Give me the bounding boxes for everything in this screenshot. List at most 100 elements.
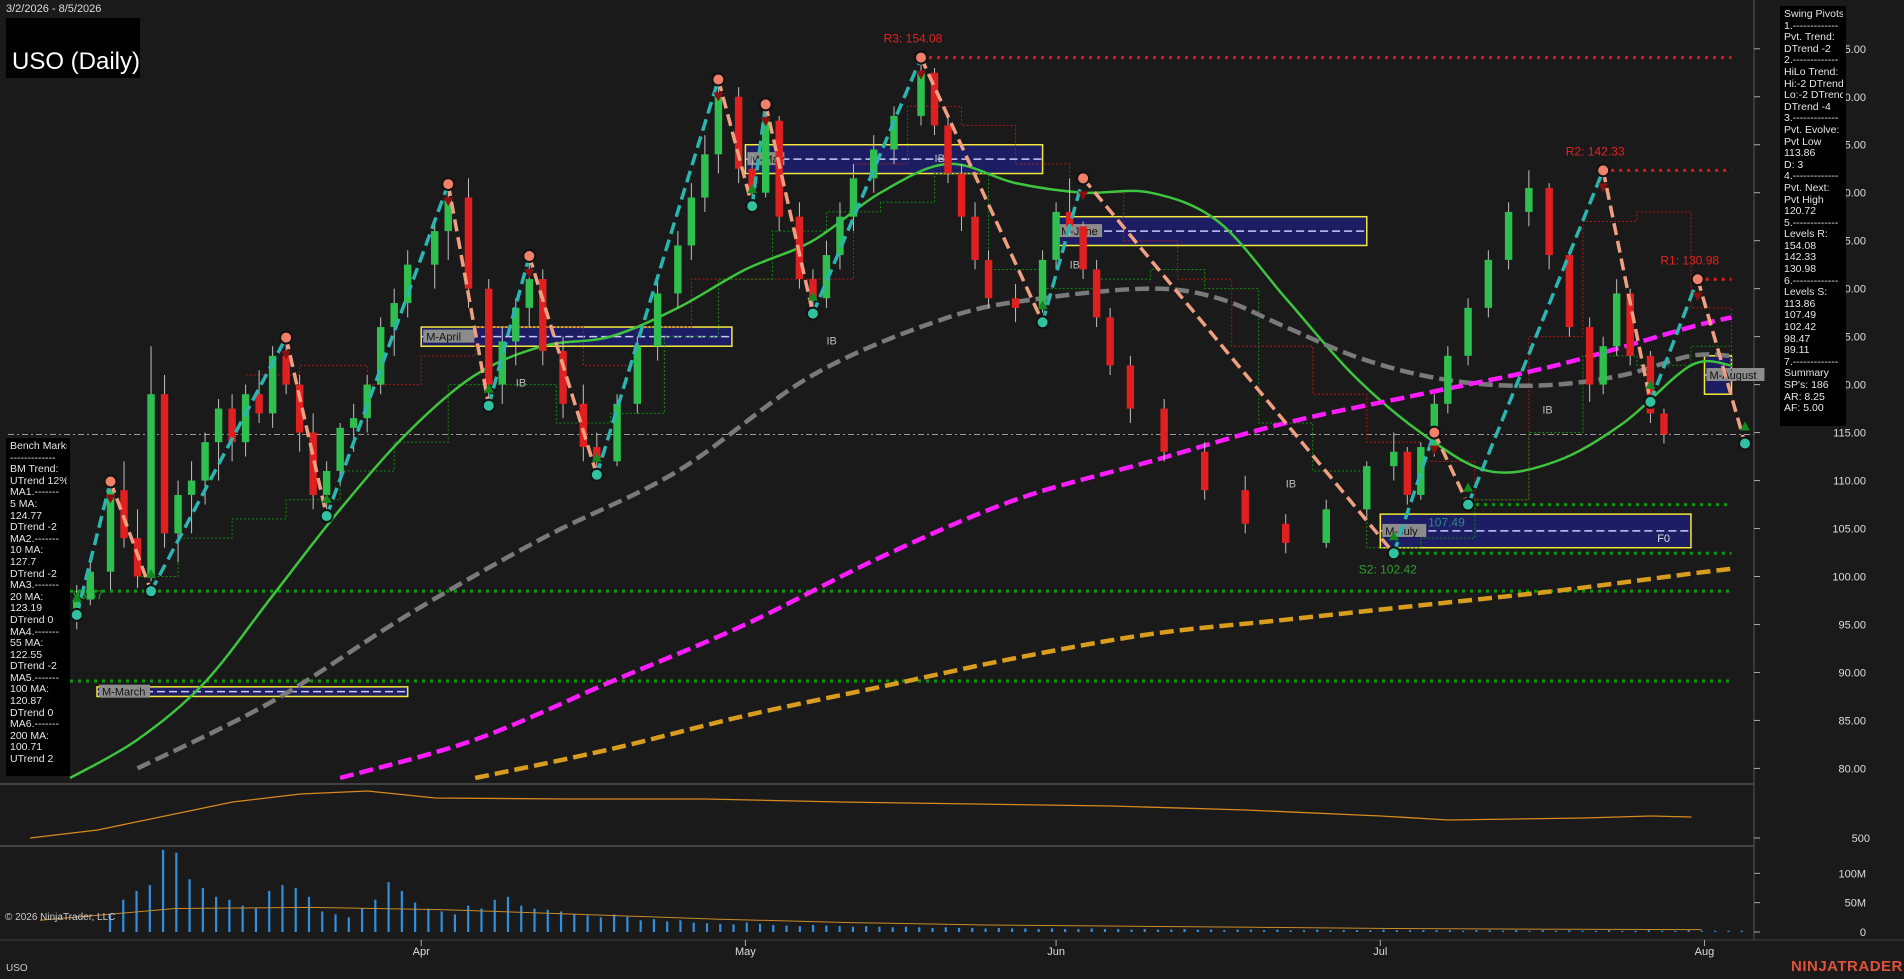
candle-body: [1363, 466, 1371, 510]
swing-high-marker: [522, 249, 537, 264]
swing-panel-line: DTrend -4: [1784, 101, 1831, 113]
candle-body: [160, 394, 169, 534]
bench-panel-line: MA6.-------: [10, 719, 59, 731]
sell-arrow-marker: [1429, 445, 1440, 455]
swing-low-marker: [319, 509, 334, 524]
candle-body: [1390, 451, 1398, 467]
swing-low-marker: [1035, 315, 1050, 330]
bench-marks-panel: Bench Marks ------------- BM Trend: UTrend …: [6, 438, 70, 776]
time-tick-label: Aug: [1695, 946, 1715, 958]
ib-label: IB: [516, 378, 526, 390]
time-axis: Apr May Jun Jul Aug: [413, 940, 1715, 958]
candle-body: [147, 394, 155, 577]
swing-high-marker: [1690, 272, 1705, 287]
candle-body: [701, 154, 709, 198]
swing-panel-line: 107.49: [1784, 310, 1817, 322]
candle-body: [336, 427, 344, 471]
candle-body: [1599, 346, 1607, 385]
candle-body: [201, 442, 209, 481]
bench-panel-line: DTrend 0: [10, 614, 54, 626]
candle-body: [579, 403, 588, 447]
price-tick-label: 100.00: [1832, 572, 1866, 584]
bench-panel-line: MA1.-------: [10, 487, 59, 499]
volume-tick-label: 50M: [1845, 898, 1866, 910]
swing-panel-line: 89.11: [1784, 345, 1810, 357]
month-box-label: M-August: [1709, 370, 1756, 382]
buy-arrow-marker: [1463, 482, 1474, 492]
candle-body: [485, 288, 493, 385]
f0-label: F0: [1657, 533, 1670, 545]
swing-panel-line: Pvt. Next:: [1784, 182, 1830, 194]
chart-canvas: M-MarchM-AprilM-MayM-JuneM-JulyM-AugustF…: [0, 0, 1904, 958]
swing-panel-line: 154.08: [1784, 240, 1817, 252]
ib-label: IB: [935, 153, 945, 165]
ib-label: IB: [1542, 404, 1552, 416]
bench-panel-line: BM Trend:: [10, 464, 59, 476]
bench-panel-line: DTrend -2: [10, 661, 57, 673]
swing-panel-line: Swing Pivots: [1784, 9, 1843, 20]
bench-panel-line: MA2.-------: [10, 533, 59, 545]
candle-body: [187, 480, 196, 495]
candle-body: [1444, 355, 1452, 404]
swing-high-marker: [1596, 163, 1611, 178]
swing-line: [1040, 177, 1085, 323]
volume-pane: 100M 50M 0: [39, 849, 1866, 939]
swing-low-marker: [1738, 436, 1752, 451]
copyright-text: © 2026 NinjaTrader, LLC: [5, 912, 116, 923]
price-tick-label: 110.00: [1833, 476, 1866, 488]
bench-panel-line: DTrend 0: [10, 707, 54, 719]
swing-panel-line: Lo:-2 DTrend: [1784, 90, 1843, 102]
bench-panel-line: MA4.-------: [10, 626, 59, 638]
candle-body: [944, 125, 952, 174]
indicator-line: [29, 790, 1692, 839]
bench-panel-line: 5 MA:: [10, 498, 38, 510]
resistance-label: R2: 142.33: [1566, 144, 1625, 158]
ib-label: IB: [1286, 478, 1296, 490]
candle-body: [1504, 211, 1513, 260]
price-tick-label: 95.00: [1838, 619, 1866, 631]
swing-panel-line: 1.-------------: [1784, 20, 1839, 32]
candle-body: [255, 394, 263, 414]
swing-panel-line: Hi:-2 DTrend: [1784, 78, 1843, 90]
candle-body: [1464, 307, 1472, 356]
candle-body: [214, 408, 223, 443]
bench-panel-line: 123.19: [10, 603, 43, 615]
bench-panel-line: 55 MA:: [10, 638, 44, 650]
swing-high-marker: [711, 72, 726, 87]
candle-body: [1612, 293, 1621, 347]
support-label: S2: 102.42: [1359, 562, 1417, 576]
candle-body: [322, 470, 331, 495]
swing-panel-line: 98.47: [1784, 333, 1811, 345]
candle-body: [1417, 446, 1425, 495]
bench-panel-line: 124.77: [10, 510, 43, 522]
candle-body: [957, 173, 966, 217]
swing-line: [595, 78, 721, 476]
swing-line: [1432, 431, 1470, 506]
swing-panel-line: 7.-------------: [1784, 356, 1839, 368]
monthly-range-boxes: M-MarchM-AprilM-MayM-JuneM-JulyM-AugustF…: [96, 143, 1765, 699]
swing-panel-line: 113.86: [1784, 298, 1816, 310]
swing-pivots-panel: Swing Pivots 1.------------- Pvt. Trend: DT…: [1780, 6, 1846, 426]
swing-line: [811, 56, 923, 315]
bench-panel-line: UTrend 2: [10, 754, 54, 766]
swing-panel-line: Levels R:: [1784, 229, 1828, 241]
swing-panel-line: Levels S:: [1784, 287, 1828, 299]
bench-panel-line: -------------: [10, 452, 56, 464]
chart-gridlines: [0, 0, 1904, 941]
ib-label: IB: [826, 335, 836, 347]
candle-body: [525, 279, 533, 308]
price-tick-label: 85.00: [1838, 715, 1866, 727]
swing-high-marker: [758, 97, 773, 112]
support-label: 107.49: [1428, 516, 1465, 530]
bench-panel-line: UTrend 12%: [10, 475, 67, 487]
candle-body: [539, 279, 547, 352]
swing-high-marker: [441, 177, 456, 192]
swing-panel-line: Pvt. Evolve:: [1784, 124, 1840, 136]
swing-panel-line: 6.-------------: [1784, 275, 1839, 287]
bench-panel-line: 100 MA:: [10, 684, 50, 696]
time-tick-label: Jun: [1047, 946, 1065, 958]
time-tick-label: Apr: [413, 946, 430, 958]
candle-body: [971, 216, 979, 260]
sell-arrow-marker: [1692, 292, 1703, 302]
swing-low-marker: [1643, 394, 1658, 409]
